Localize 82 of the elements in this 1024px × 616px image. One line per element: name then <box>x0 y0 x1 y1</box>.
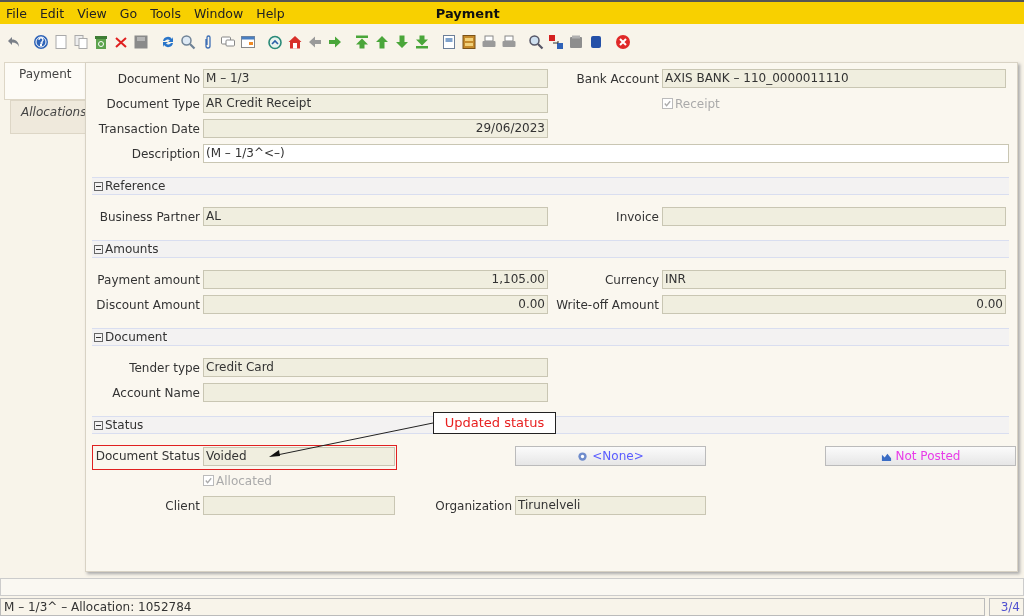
collapse-icon[interactable] <box>94 332 103 342</box>
field-label: Discount Amount <box>96 297 200 312</box>
field-label: Transaction Date <box>98 121 200 136</box>
tab[interactable]: Payment <box>4 62 85 100</box>
checkbox-label: Receipt <box>675 96 720 111</box>
history-icon[interactable] <box>267 34 283 50</box>
close-icon[interactable] <box>615 34 631 50</box>
menu-item[interactable]: Go <box>119 5 138 21</box>
menu-item[interactable]: Window <box>193 5 244 21</box>
collapse-icon[interactable] <box>94 420 103 430</box>
field-label: Account Name <box>112 385 200 400</box>
field-label: Currency <box>604 272 659 287</box>
last-record-icon[interactable] <box>414 34 430 50</box>
input-field[interactable]: Voided <box>203 446 395 466</box>
report-icon[interactable] <box>441 34 457 50</box>
menu-item[interactable]: Tools <box>150 5 181 21</box>
save-icon[interactable] <box>133 34 149 50</box>
field-label: Document No <box>117 71 200 86</box>
home-icon[interactable] <box>287 34 303 50</box>
field-label: Invoice <box>616 209 659 224</box>
menu-item[interactable]: Help <box>256 5 285 21</box>
field-label: Bank Account <box>576 71 659 86</box>
input-field[interactable] <box>203 496 395 515</box>
archive-icon[interactable] <box>461 34 477 50</box>
input-field[interactable]: M – 1/3 <box>203 69 548 88</box>
menu-item[interactable]: Edit <box>39 5 65 21</box>
arrow-right-icon[interactable] <box>327 34 343 50</box>
delete-icon[interactable] <box>113 34 129 50</box>
field-label: Payment amount <box>97 272 200 287</box>
field-label: Organization <box>435 498 512 513</box>
input-field[interactable] <box>203 383 548 402</box>
transfer-icon[interactable] <box>548 34 564 50</box>
arrow-down-icon[interactable] <box>394 34 410 50</box>
input-field[interactable]: Credit Card <box>203 358 548 377</box>
help-icon[interactable] <box>33 34 49 50</box>
box-icon[interactable] <box>568 34 584 50</box>
field-label: Description <box>131 146 200 161</box>
tab[interactable]: Allocations <box>10 100 85 134</box>
copy-icon[interactable] <box>73 34 89 50</box>
status-message: M – 1/3^ – Allocation: 1052784 <box>0 598 985 616</box>
input-field[interactable] <box>662 207 1006 226</box>
collapse-icon[interactable] <box>94 181 103 191</box>
input-field[interactable]: AXIS BANK – 110_0000011110 <box>662 69 1006 88</box>
checkbox-label: Allocated <box>216 473 272 488</box>
printer-icon[interactable] <box>481 34 497 50</box>
arrow-up-icon[interactable] <box>374 34 390 50</box>
status-button[interactable]: <None> <box>515 446 706 466</box>
menu-item[interactable]: File <box>6 5 27 21</box>
input-field[interactable]: (M – 1/3^<–) <box>203 144 1009 163</box>
field-label: Document Type <box>106 96 200 111</box>
collapse-icon[interactable] <box>94 244 103 254</box>
calendar-icon[interactable] <box>240 34 256 50</box>
input-field[interactable]: AR Credit Receipt <box>203 94 548 113</box>
printer-icon[interactable] <box>501 34 517 50</box>
refresh-icon[interactable] <box>160 34 176 50</box>
section-header[interactable]: Document <box>92 328 1009 346</box>
field-label: Client <box>165 498 200 513</box>
field-label: Write-off Amount <box>556 297 659 312</box>
section-header[interactable]: Reference <box>92 177 1009 195</box>
callout-label: Updated status <box>433 412 556 434</box>
bin-icon[interactable] <box>93 34 109 50</box>
chat-icon[interactable] <box>220 34 236 50</box>
input-field[interactable]: AL <box>203 207 548 226</box>
section-header[interactable]: Amounts <box>92 240 1009 258</box>
input-field[interactable]: Tirunelveli <box>515 496 706 515</box>
field-label: Document Status <box>95 449 200 463</box>
input-field[interactable]: 1,105.00 <box>203 270 548 289</box>
input-field[interactable]: 0.00 <box>662 295 1006 314</box>
input-field[interactable]: 0.00 <box>203 295 548 314</box>
record-counter: 3/4 <box>989 598 1024 616</box>
gear-icon <box>577 450 589 462</box>
arrow-left-icon[interactable] <box>307 34 323 50</box>
input-field[interactable]: INR <box>662 270 1006 289</box>
field-label: Business Partner <box>99 209 200 224</box>
cylinder-icon[interactable] <box>588 34 604 50</box>
zoom-icon[interactable] <box>528 34 544 50</box>
menu-item[interactable]: View <box>77 5 107 21</box>
field-label: Tender type <box>129 360 200 375</box>
search-icon[interactable] <box>180 34 196 50</box>
first-record-icon[interactable] <box>354 34 370 50</box>
input-field[interactable]: 29/06/2023 <box>203 119 548 138</box>
window-title: Payment <box>435 5 500 21</box>
